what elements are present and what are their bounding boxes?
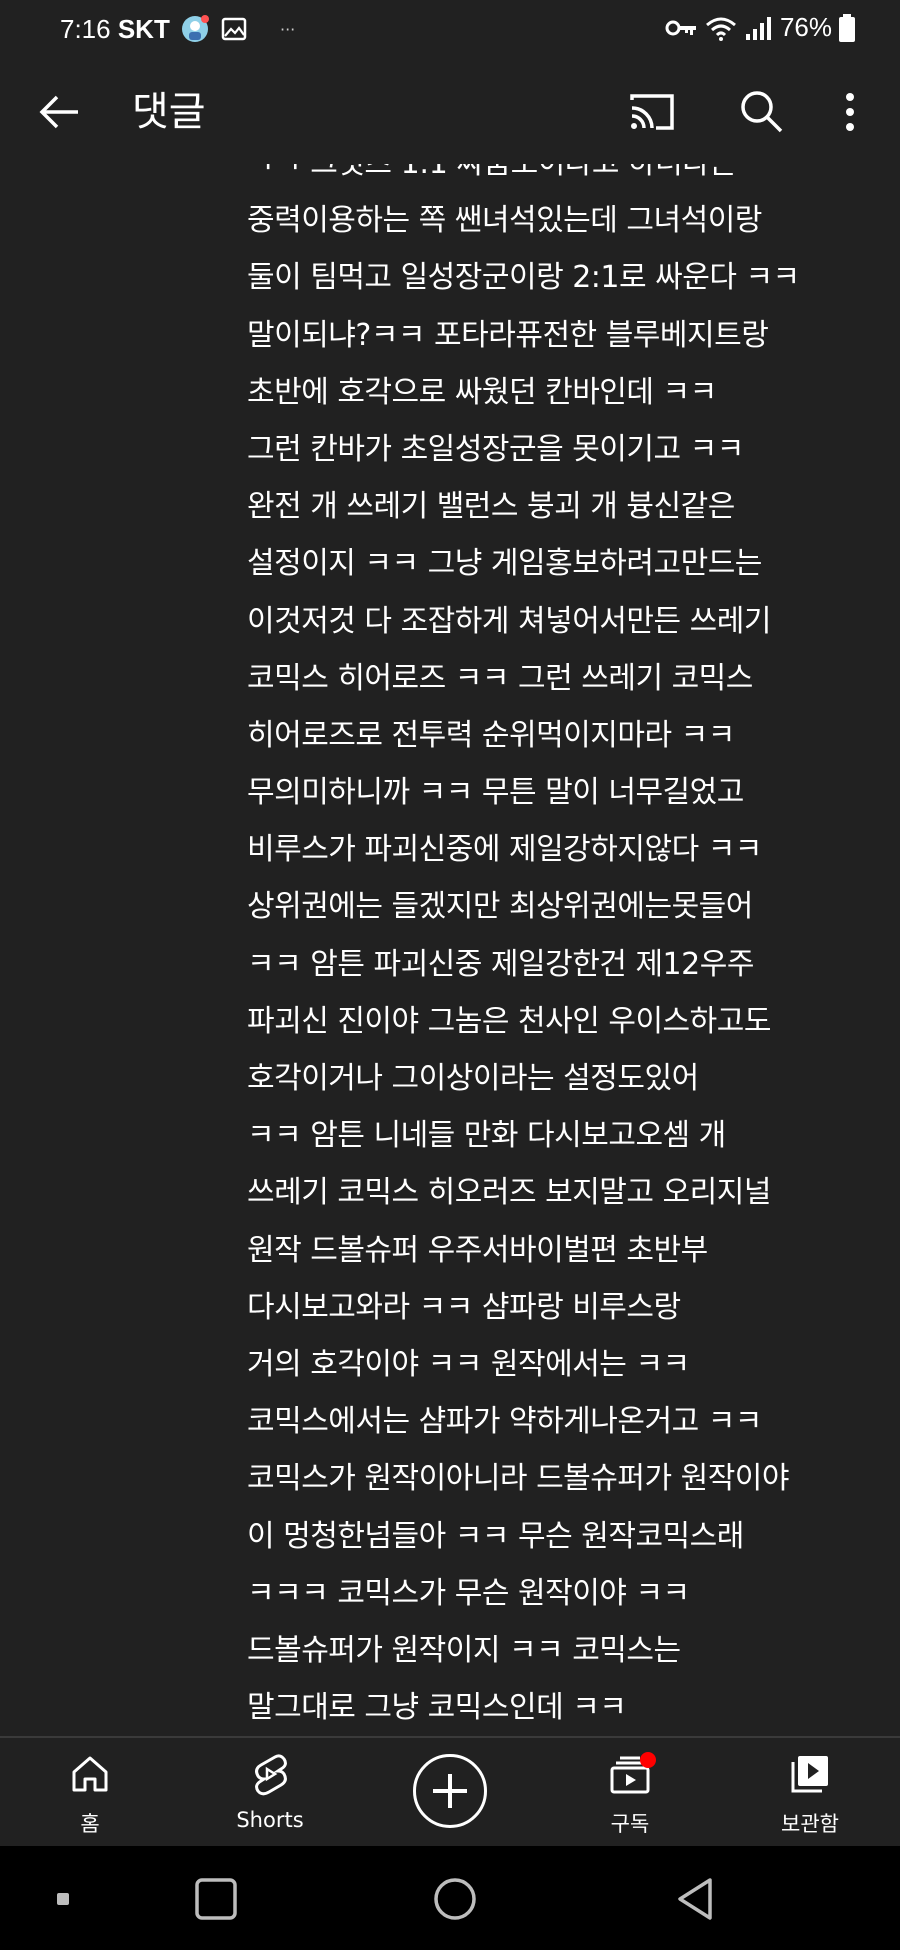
- comment-body: ㅋㅋ 크릿츠 1:1 싸움도이라고 하더라는 중력이용하는 쪽 쌘녀석있는데 그…: [0, 164, 900, 1736]
- cast-icon[interactable]: [624, 84, 680, 140]
- signal-icon: [745, 16, 771, 40]
- comment-line: 무의미하니까 ㅋㅋ 무튼 말이 너무길었고: [247, 775, 744, 811]
- home-icon: [72, 1756, 108, 1792]
- comment-line: 쓰레기 코믹스 히오러즈 보지말고 오리지널: [247, 1175, 771, 1211]
- battery-icon: [839, 13, 855, 42]
- nav-library[interactable]: 보관함: [730, 1738, 890, 1846]
- search-icon[interactable]: [734, 84, 790, 140]
- comment-line: ㅋㅋㅋ 코믹스가 무슨 원작이야 ㅋㅋ: [247, 1575, 690, 1611]
- comment-line: ㅋㅋ 암튼 파괴신중 제일강한건 제12우주: [247, 946, 754, 982]
- comment-line: 상위권에는 들겠지만 최상위권에는못들어: [247, 889, 753, 925]
- nav-home-label: 홈: [80, 1812, 100, 1836]
- avatar-notification-icon: [182, 15, 209, 42]
- back-triangle-icon[interactable]: [672, 1876, 718, 1922]
- comment-text: ㅋㅋ 크릿츠 1:1 싸움도이라고 하더라는 중력이용하는 쪽 쌘녀석있는데 그…: [247, 164, 897, 1736]
- comment-line: 다시보고와라 ㅋㅋ 샴파랑 비루스랑: [247, 1289, 681, 1325]
- overview-square-icon[interactable]: [193, 1876, 239, 1922]
- plus-glyph-icon: [433, 1774, 467, 1808]
- comment-line: 호각이거나 그이상이라는 설정도있어: [247, 1061, 699, 1096]
- comment-line: 중력이용하는 쪽 쌘녀석있는데 그녀석이랑: [247, 203, 762, 239]
- nav-subscriptions-label: 구독: [610, 1812, 650, 1836]
- recents-dot-icon[interactable]: [40, 1876, 86, 1922]
- more-vert-icon[interactable]: [830, 84, 870, 140]
- status-system-icons: 76%: [664, 12, 856, 43]
- comment-line: 말그대로 그냥 코믹스인데 ㅋㅋ: [247, 1690, 627, 1726]
- comment-line: 코믹스가 원작이아니라 드볼슈퍼가 원작이야: [247, 1461, 790, 1497]
- comment-line: 원작 드볼슈퍼 우주서바이벌편 초반부: [247, 1232, 708, 1268]
- comment-line: 거의 호각이야 ㅋㅋ 원작에서는 ㅋㅋ: [247, 1346, 690, 1382]
- wifi-icon: [705, 17, 736, 41]
- comment-line: 초반에 호각으로 싸웠던 칸바인데 ㅋㅋ: [247, 374, 717, 410]
- comment-line-partial: ㅋㅋ 크릿츠 1:1 싸움도이라고 하더라는: [247, 164, 897, 192]
- comment-line: 코믹스 히어로즈 ㅋㅋ 그런 쓰레기 코믹스: [247, 660, 753, 696]
- gallery-icon: [221, 17, 247, 41]
- comment-line: 비루스가 파괴신중에 제일강하지않다 ㅋㅋ: [247, 832, 762, 868]
- nav-home[interactable]: 홈: [10, 1738, 170, 1846]
- comment-line: 말이되냐?ㅋㅋ 포타라퓨전한 블루베지트랑: [247, 317, 769, 353]
- nav-shorts[interactable]: Shorts: [190, 1738, 350, 1846]
- comment-line: 이것저것 다 조잡하게 쳐넣어서만든 쓰레기: [247, 603, 771, 639]
- app-bar: 댓글: [0, 60, 900, 164]
- comment-line: 코믹스에서는 샴파가 약하게나온거고 ㅋㅋ: [247, 1404, 762, 1440]
- status-bar: 7:16 SKT ··· 76%: [0, 0, 900, 60]
- status-time: 7:16: [60, 14, 111, 44]
- comments-screen: 7:16 SKT ··· 76% 댓글 중력이용하는 쪽 쌘녀석있는데 그녀석이…: [0, 0, 900, 1950]
- home-circle-icon[interactable]: [432, 1876, 478, 1922]
- comment-line: ㅋㅋ 암튼 니네들 만화 다시보고오셈 개: [247, 1118, 726, 1154]
- comment-line: 이 멍청한넘들아 ㅋㅋ 무슨 원작코믹스래: [247, 1518, 744, 1554]
- system-nav-bar: [0, 1846, 900, 1950]
- comment-line: 드볼슈퍼가 원작이지 ㅋㅋ 코믹스는: [247, 1632, 681, 1668]
- status-time-carrier: 7:16 SKT: [60, 14, 170, 45]
- comment-line: 둘이 팀먹고 일성장군이랑 2:1로 싸운다 ㅋㅋ: [247, 260, 800, 296]
- status-notification-icons: ···: [180, 14, 295, 44]
- comment-line: 완전 개 쓰레기 밸런스 붕괴 개 븅신같은: [247, 489, 735, 525]
- battery-percent: 76%: [779, 12, 832, 42]
- nav-shorts-label: Shorts: [236, 1808, 304, 1832]
- nav-subscriptions[interactable]: 구독: [550, 1738, 710, 1846]
- comment-line: 파괴신 진이야 그놈은 천사인 우이스하고도: [247, 1003, 771, 1039]
- comment-line: 설정이지 ㅋㅋ 그냥 게임홍보하려고만드는: [247, 546, 762, 582]
- library-icon: [791, 1756, 828, 1793]
- status-carrier: SKT: [117, 14, 170, 44]
- status-overflow: ···: [280, 19, 296, 39]
- comment-line: 히어로즈로 전투력 순위먹이지마라 ㅋㅋ: [247, 717, 735, 753]
- back-arrow-icon[interactable]: [32, 84, 88, 140]
- page-title: 댓글: [132, 89, 206, 135]
- nav-library-label: 보관함: [781, 1812, 839, 1836]
- bottom-nav: 홈 Shorts 구독 보관함: [0, 1736, 900, 1846]
- subscriptions-badge: [640, 1752, 656, 1768]
- comment-line: 그런 칸바가 초일성장군을 못이기고 ㅋㅋ: [247, 431, 744, 467]
- vpn-key-icon: [665, 20, 696, 35]
- shorts-icon: [255, 1754, 287, 1796]
- create-plus-icon[interactable]: [413, 1754, 487, 1828]
